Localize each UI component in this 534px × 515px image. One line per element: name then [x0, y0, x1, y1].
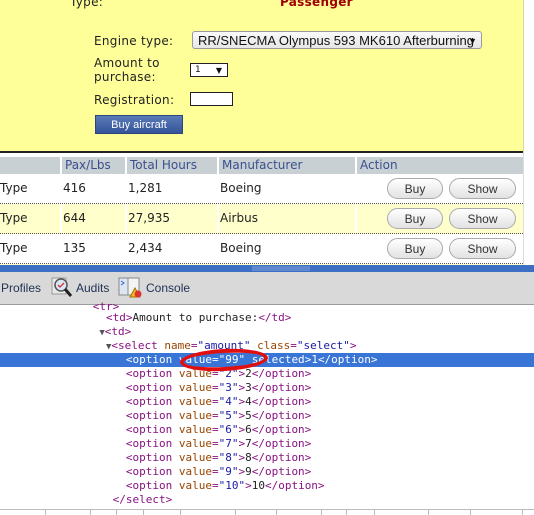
buy-button[interactable]: Buy [387, 208, 443, 229]
magnifier-icon [51, 277, 73, 297]
header-total-hours: Total Hours [125, 157, 217, 174]
cell-hours: 27,935 [128, 211, 170, 225]
cell-manufacturer: Airbus [220, 211, 258, 225]
elements-panel: <tr> <td>Amount to purchase:</td> ▼<td> … [0, 300, 534, 507]
table-header: Pax/Lbs Total Hours Manufacturer Action [0, 157, 523, 174]
table-row: Type 416 1,281 Boeing Buy Show [0, 174, 523, 204]
amount-select[interactable]: 1 ▼ [190, 63, 228, 77]
code-line[interactable]: <option value="3">3</option> [0, 381, 534, 395]
chevron-down-icon: ▼ [468, 36, 477, 46]
cell-manufacturer: Boeing [220, 181, 262, 195]
buy-aircraft-button[interactable]: Buy aircraft [95, 115, 183, 134]
code-line[interactable]: </select> [0, 493, 534, 507]
amount-label: Amount to purchase: [94, 56, 160, 84]
code-line[interactable]: <option value="8">8</option> [0, 451, 534, 465]
cell-pax: 644 [63, 211, 86, 225]
cell-manufacturer: Boeing [220, 241, 262, 255]
code-line[interactable]: <option value="7">7</option> [0, 437, 534, 451]
code-line[interactable]: <option value="6">6</option> [0, 423, 534, 437]
cell-type: Type [0, 241, 28, 255]
type-label: Type: [70, 0, 104, 9]
header-type [0, 157, 62, 174]
header-pax: Pax/Lbs [60, 157, 125, 174]
aircraft-form-panel: Type: Passenger Engine type: RR/SNECMA O… [0, 0, 524, 152]
code-line[interactable]: ▼<td> [0, 325, 534, 339]
page-scrollbar[interactable] [523, 152, 534, 265]
cell-type: Type [0, 181, 28, 195]
table-row: Type 135 2,434 Boeing Buy Show [0, 234, 523, 264]
cell-pax: 416 [63, 181, 86, 195]
buy-button[interactable]: Buy [387, 238, 443, 259]
registration-input[interactable] [190, 92, 233, 106]
code-line[interactable]: <option value="10">10</option> [0, 479, 534, 493]
header-action: Action [355, 157, 523, 174]
amount-value: 1 [195, 65, 201, 75]
web-page: Type: Passenger Engine type: RR/SNECMA O… [0, 0, 534, 265]
engine-type-value: RR/SNECMA Olympus 593 MK610 Afterburning [198, 33, 475, 48]
show-button[interactable]: Show [449, 208, 516, 229]
header-manufacturer: Manufacturer [217, 157, 355, 174]
cell-hours: 2,434 [128, 241, 163, 255]
code-line[interactable]: <option value="9">9</option> [0, 465, 534, 479]
table-row: Type 644 27,935 Airbus Buy Show [0, 204, 523, 234]
console-warning-icon [118, 277, 142, 298]
grip-icon [252, 266, 310, 271]
cell-hours: 1,281 [128, 181, 163, 195]
cell-type: Type [0, 211, 28, 225]
chevron-down-icon: ▼ [215, 66, 222, 75]
devtools-status-bar [0, 509, 534, 515]
registration-label: Registration: [94, 93, 175, 107]
code-line[interactable]: <option value="4">4</option> [0, 395, 534, 409]
code-line[interactable]: <option value="5">5</option> [0, 409, 534, 423]
buy-button[interactable]: Buy [387, 178, 443, 199]
show-button[interactable]: Show [449, 178, 516, 199]
show-button[interactable]: Show [449, 238, 516, 259]
code-line[interactable]: ▼<select name="amount" class="select"> [0, 339, 534, 353]
code-line[interactable]: <option value="2">2</option> [0, 367, 534, 381]
aircraft-table: Pax/Lbs Total Hours Manufacturer Action … [0, 157, 523, 265]
divider [0, 151, 523, 153]
devtools-resize-handle[interactable] [0, 265, 534, 272]
type-value: Passenger [280, 0, 353, 9]
engine-type-label: Engine type: [94, 34, 174, 48]
code-line[interactable]: <td>Amount to purchase:</td> [0, 311, 534, 325]
cell-pax: 135 [63, 241, 86, 255]
engine-type-select[interactable]: RR/SNECMA Olympus 593 MK610 Afterburning… [192, 31, 482, 49]
